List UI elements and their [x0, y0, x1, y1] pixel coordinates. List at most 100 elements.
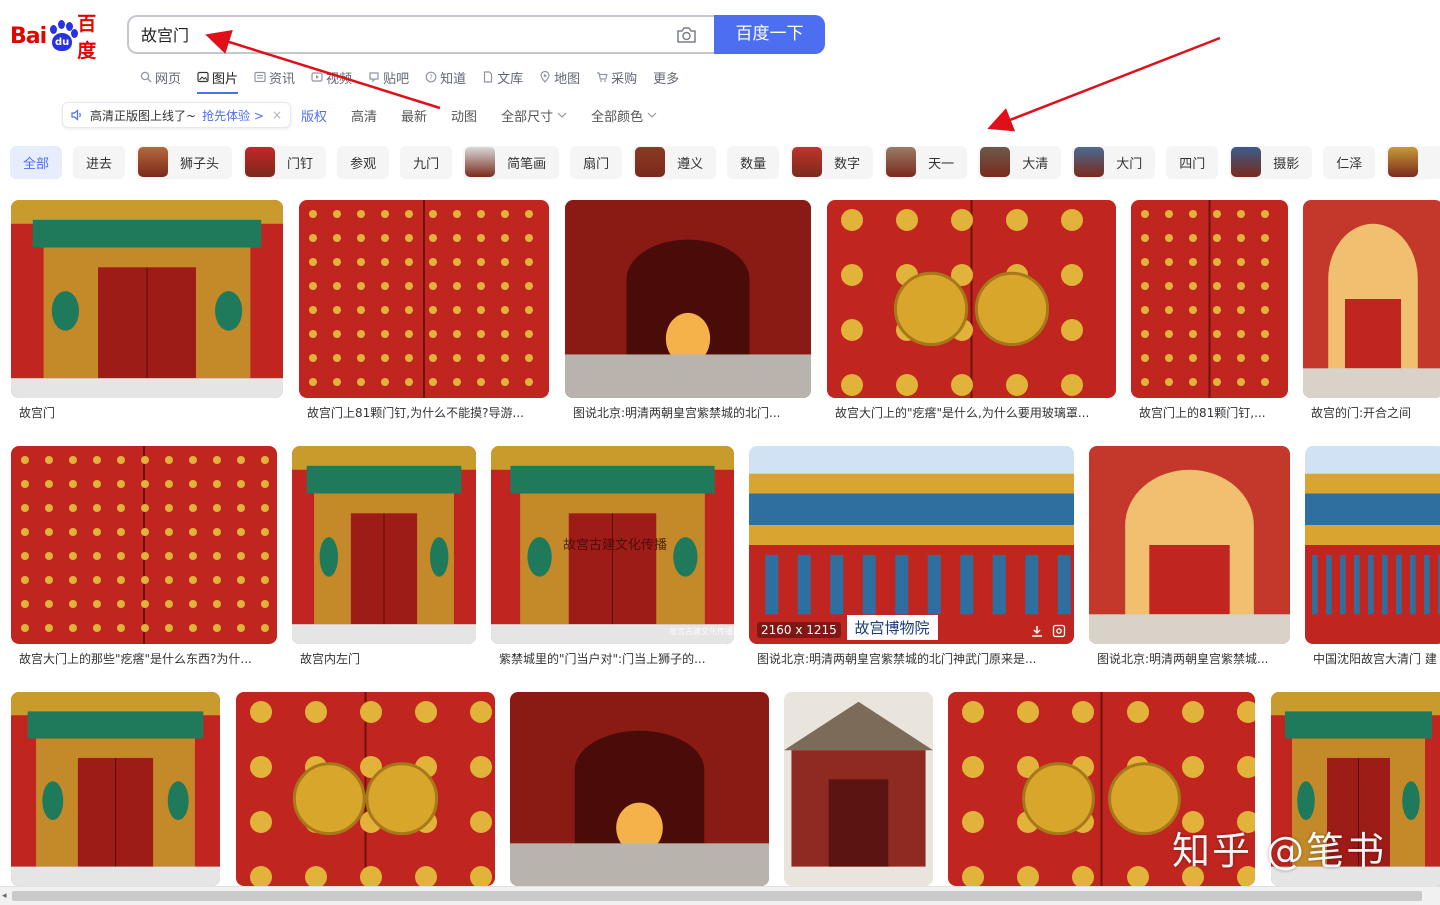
- nav-tab-7[interactable]: 地图: [539, 66, 580, 88]
- image-caption[interactable]: 故宫门上的81颗门钉,...: [1139, 404, 1286, 421]
- chevron-down-icon: [647, 112, 657, 118]
- tag-16[interactable]: 仁泽: [1323, 145, 1376, 179]
- tag-label: 遵义: [677, 156, 704, 172]
- tag-7[interactable]: 扇门: [570, 145, 623, 179]
- tag-10[interactable]: 数字: [790, 145, 874, 179]
- image-caption[interactable]: 图说北京:明清两朝皇宫紫禁城...: [1097, 650, 1288, 667]
- nav-tab-6[interactable]: 文库: [482, 66, 523, 88]
- result-image[interactable]: 2160 x 1215 故宫博物院: [749, 446, 1074, 644]
- nav-tab-4[interactable]: 贴吧: [368, 66, 409, 88]
- nav-tab-0[interactable]: 网页: [140, 66, 181, 88]
- nav-tab-8[interactable]: 采购: [596, 66, 637, 88]
- result-image[interactable]: [11, 692, 220, 886]
- tag-1[interactable]: 进去: [73, 145, 126, 179]
- image-icon: [197, 71, 209, 83]
- result-image[interactable]: [784, 692, 933, 886]
- tag-3[interactable]: 门钉: [243, 145, 327, 179]
- tag-label: 大门: [1116, 156, 1143, 172]
- tag-12[interactable]: 大清: [978, 145, 1062, 179]
- image-caption[interactable]: 故宫门: [19, 404, 281, 421]
- image-search-icon[interactable]: [1052, 624, 1066, 638]
- tag-label: 大清: [1022, 156, 1049, 172]
- tag-13[interactable]: 大门: [1072, 145, 1156, 179]
- speaker-icon: [71, 109, 81, 121]
- tag-label: 仁泽: [1336, 156, 1363, 172]
- result-image[interactable]: [1305, 446, 1440, 644]
- result-image[interactable]: [1303, 200, 1440, 398]
- tag-thumbnail: [1231, 147, 1262, 177]
- filter-option-0[interactable]: 版权: [301, 106, 327, 125]
- tag-thumbnail: [980, 147, 1011, 177]
- result-image[interactable]: [299, 200, 549, 398]
- nav-tab-label: 网页: [155, 71, 182, 87]
- result-image[interactable]: [827, 200, 1116, 398]
- tag-thumbnail: [1074, 147, 1105, 177]
- result-image[interactable]: [11, 446, 277, 644]
- promo-link[interactable]: 抢先体验 >: [202, 107, 264, 124]
- baidu-image-search-page: Bai du 百度 百度一下 网页 图片 资讯 视频 贴吧? 知道 文库 地图 采购更多 高清正…: [0, 0, 1440, 905]
- image-caption[interactable]: 中国沈阳故宫大清门 建: [1313, 650, 1440, 667]
- tag-14[interactable]: 四门: [1166, 145, 1219, 179]
- nav-tab-9[interactable]: 更多: [653, 66, 679, 88]
- image-size-badge: 2160 x 1215: [757, 622, 841, 638]
- result-image[interactable]: [510, 692, 769, 886]
- nav-tab-5[interactable]: ? 知道: [425, 66, 466, 88]
- image-caption[interactable]: 故宫内左门: [300, 650, 474, 667]
- filter-label: 最新: [401, 109, 428, 125]
- scroll-left-icon[interactable]: ◂: [2, 891, 7, 901]
- zhihu-watermark: 知乎 @笔书: [1172, 829, 1387, 873]
- filter-option-5[interactable]: 全部颜色: [591, 106, 657, 125]
- filter-option-1[interactable]: 高清: [351, 106, 377, 125]
- baidu-logo[interactable]: Bai du 百度: [10, 13, 114, 62]
- filter-option-2[interactable]: 最新: [401, 106, 427, 125]
- camera-icon[interactable]: [676, 26, 697, 44]
- tag-9[interactable]: 数量: [727, 145, 780, 179]
- tag-4[interactable]: 参观: [337, 145, 390, 179]
- tag-11[interactable]: 天一: [884, 145, 968, 179]
- image-caption[interactable]: 故宫的门:开合之间: [1311, 404, 1440, 421]
- filter-option-4[interactable]: 全部尺寸: [501, 106, 567, 125]
- image-caption[interactable]: 图说北京:明清两朝皇宫紫禁城的北门...: [573, 404, 809, 421]
- paw-icon: du: [47, 20, 79, 52]
- video-icon: [311, 71, 323, 83]
- result-image[interactable]: [11, 200, 283, 398]
- horizontal-scrollbar[interactable]: ◂: [0, 886, 1440, 905]
- tag-8[interactable]: 遵义: [633, 145, 717, 179]
- filter-option-3[interactable]: 动图: [451, 106, 477, 125]
- scrollbar-thumb[interactable]: [12, 891, 1422, 901]
- result-image[interactable]: [1089, 446, 1290, 644]
- tag-0[interactable]: 全部: [10, 145, 63, 179]
- tag-label: 门钉: [287, 156, 314, 172]
- image-caption[interactable]: 故宫大门上的那些"疙瘩"是什么东西?为什...: [19, 650, 275, 667]
- tag-thumbnail: [465, 147, 496, 177]
- result-image[interactable]: [1131, 200, 1288, 398]
- nav-tab-2[interactable]: 资讯: [254, 66, 295, 88]
- tag-17[interactable]: [1386, 145, 1440, 179]
- tag-5[interactable]: 九门: [400, 145, 453, 179]
- image-caption[interactable]: 图说北京:明清两朝皇宫紫禁城的北门神武门原来是...: [757, 650, 1072, 667]
- tag-15[interactable]: 摄影: [1229, 145, 1313, 179]
- search-button[interactable]: 百度一下: [714, 15, 825, 54]
- result-image[interactable]: [292, 446, 476, 644]
- nav-tab-label: 文库: [497, 71, 524, 87]
- tag-6[interactable]: 简笔画: [463, 145, 560, 179]
- image-overlay-text: 故宫古建文化传播: [563, 538, 668, 553]
- image-caption[interactable]: 故宫大门上的"疙瘩"是什么,为什么要用玻璃罩...: [835, 404, 1114, 421]
- tag-label: 狮子头: [180, 156, 220, 172]
- search-nav: 网页 图片 资讯 视频 贴吧 ? 知道 文库 地图 采购 更多: [140, 66, 695, 94]
- download-icon[interactable]: [1030, 624, 1044, 638]
- filter-row: 高清正版图上线了~ 抢先体验 > × 版权 高清 最新 动图 全部尺寸 全部颜色: [62, 102, 681, 128]
- image-caption[interactable]: 故宫门上81颗门钉,为什么不能摸?导游...: [307, 404, 547, 421]
- nav-tab-3[interactable]: 视频: [311, 66, 352, 88]
- result-image[interactable]: [565, 200, 811, 398]
- tag-thumbnail: [138, 147, 169, 177]
- close-icon[interactable]: ×: [272, 108, 282, 122]
- filter-label: 版权: [301, 109, 328, 125]
- search-input[interactable]: [141, 25, 641, 43]
- tag-label: 摄影: [1273, 156, 1300, 172]
- image-caption[interactable]: 紫禁城里的"门当户对":门当上狮子的...: [499, 650, 732, 667]
- tag-thumbnail: [245, 147, 276, 177]
- tag-2[interactable]: 狮子头: [136, 145, 233, 179]
- nav-tab-1[interactable]: 图片: [197, 66, 239, 94]
- result-image[interactable]: [236, 692, 495, 886]
